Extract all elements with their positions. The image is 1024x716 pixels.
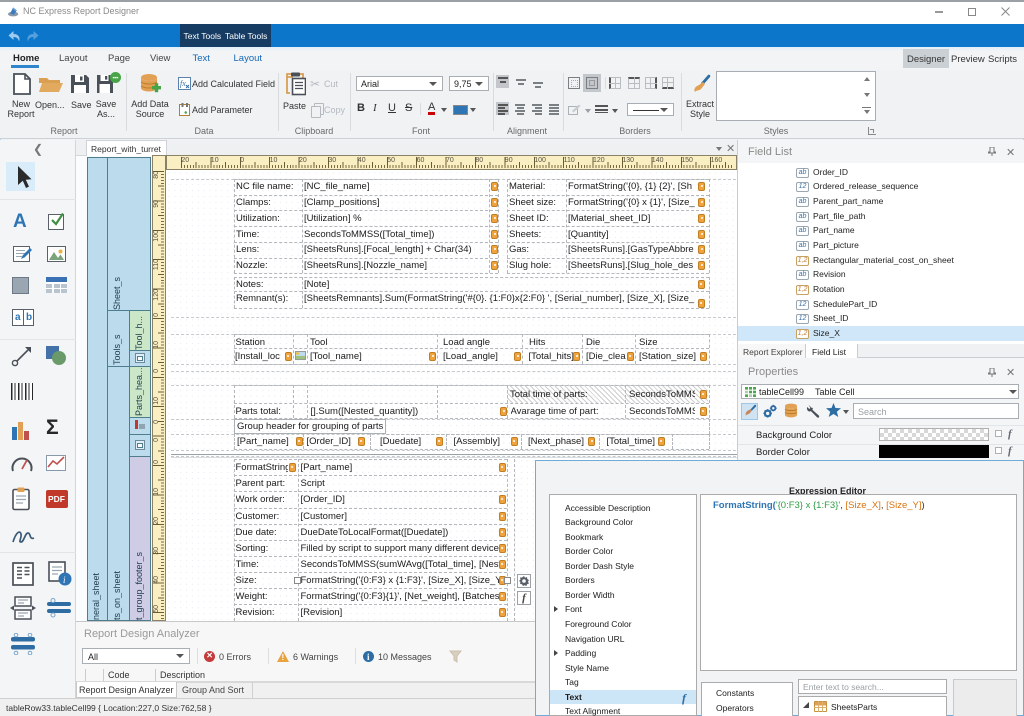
svg-text:fx: fx [180,79,186,88]
